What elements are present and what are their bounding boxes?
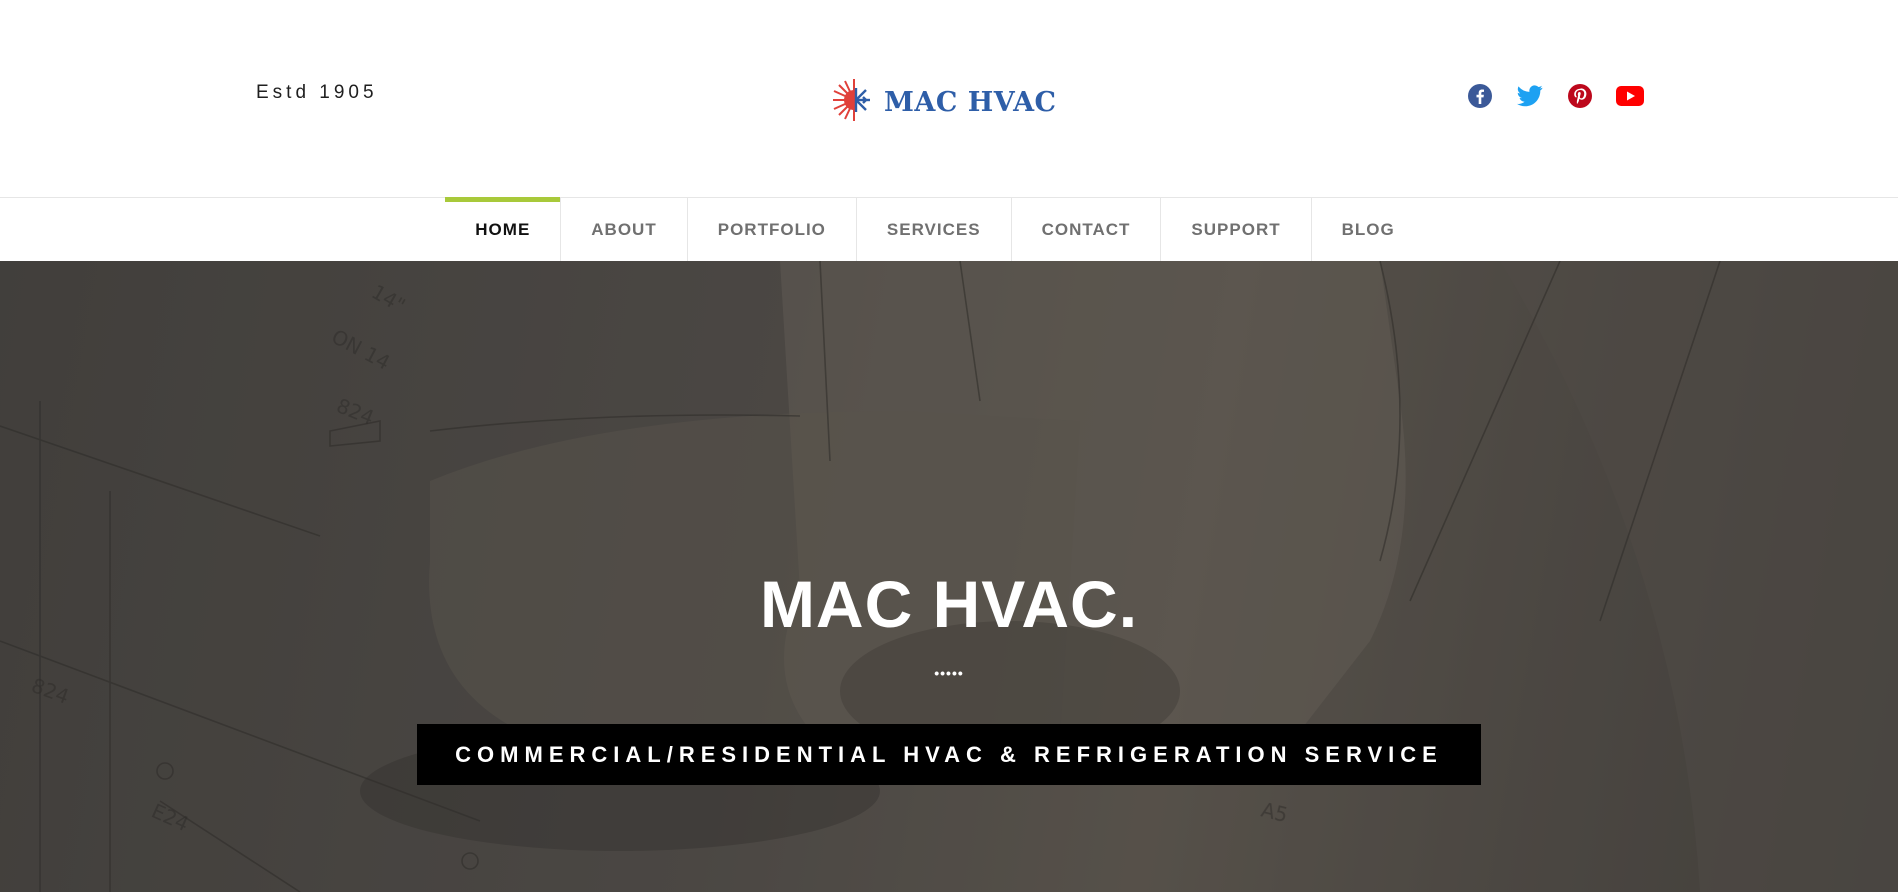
pinterest-icon (1568, 84, 1592, 108)
hero-title: MAC HVAC. (759, 567, 1139, 641)
nav-item-label: SUPPORT (1191, 219, 1281, 239)
pinterest-link[interactable] (1566, 82, 1594, 110)
nav-item-home[interactable]: HOME (445, 197, 562, 261)
twitter-icon (1517, 85, 1543, 107)
hero-section: 14" ON 14 824 824 E24 A5 MAC HVAC. •••••… (0, 261, 1898, 892)
nav-item-blog[interactable]: BLOG (1312, 198, 1425, 261)
social-links (1466, 82, 1644, 110)
nav-item-label: CONTACT (1041, 219, 1131, 239)
hero-divider-dots: ••••• (934, 665, 964, 681)
site-logo[interactable]: MAC HVAC (830, 76, 1057, 129)
hero-tagline: COMMERCIAL/RESIDENTIAL HVAC & REFRIGERAT… (455, 741, 1443, 767)
nav-item-services[interactable]: SERVICES (857, 198, 1012, 261)
site-header: Estd 1905 MAC HVAC (0, 0, 1898, 198)
logo-text: MAC HVAC (884, 87, 1057, 118)
nav-item-support[interactable]: SUPPORT (1161, 198, 1312, 261)
hero-tagline-banner: COMMERCIAL/RESIDENTIAL HVAC & REFRIGERAT… (417, 724, 1481, 785)
nav-item-label: BLOG (1341, 219, 1395, 239)
established-text: Estd 1905 (256, 82, 378, 103)
facebook-icon (1468, 84, 1492, 108)
nav-item-label: ABOUT (591, 219, 657, 239)
twitter-link[interactable] (1516, 82, 1544, 110)
youtube-link[interactable] (1616, 82, 1644, 110)
nav-item-label: HOME (475, 219, 531, 239)
nav-item-about[interactable]: ABOUT (561, 198, 688, 261)
logo-snowflake-sun-icon (830, 76, 878, 129)
youtube-icon (1616, 86, 1644, 106)
nav-item-contact[interactable]: CONTACT (1012, 198, 1162, 261)
nav-item-label: PORTFOLIO (717, 219, 826, 239)
nav-item-label: SERVICES (886, 219, 981, 239)
nav-item-portfolio[interactable]: PORTFOLIO (688, 198, 857, 261)
main-navigation: HOME ABOUT PORTFOLIO SERVICES CONTACT SU… (0, 197, 1898, 261)
facebook-link[interactable] (1466, 82, 1494, 110)
